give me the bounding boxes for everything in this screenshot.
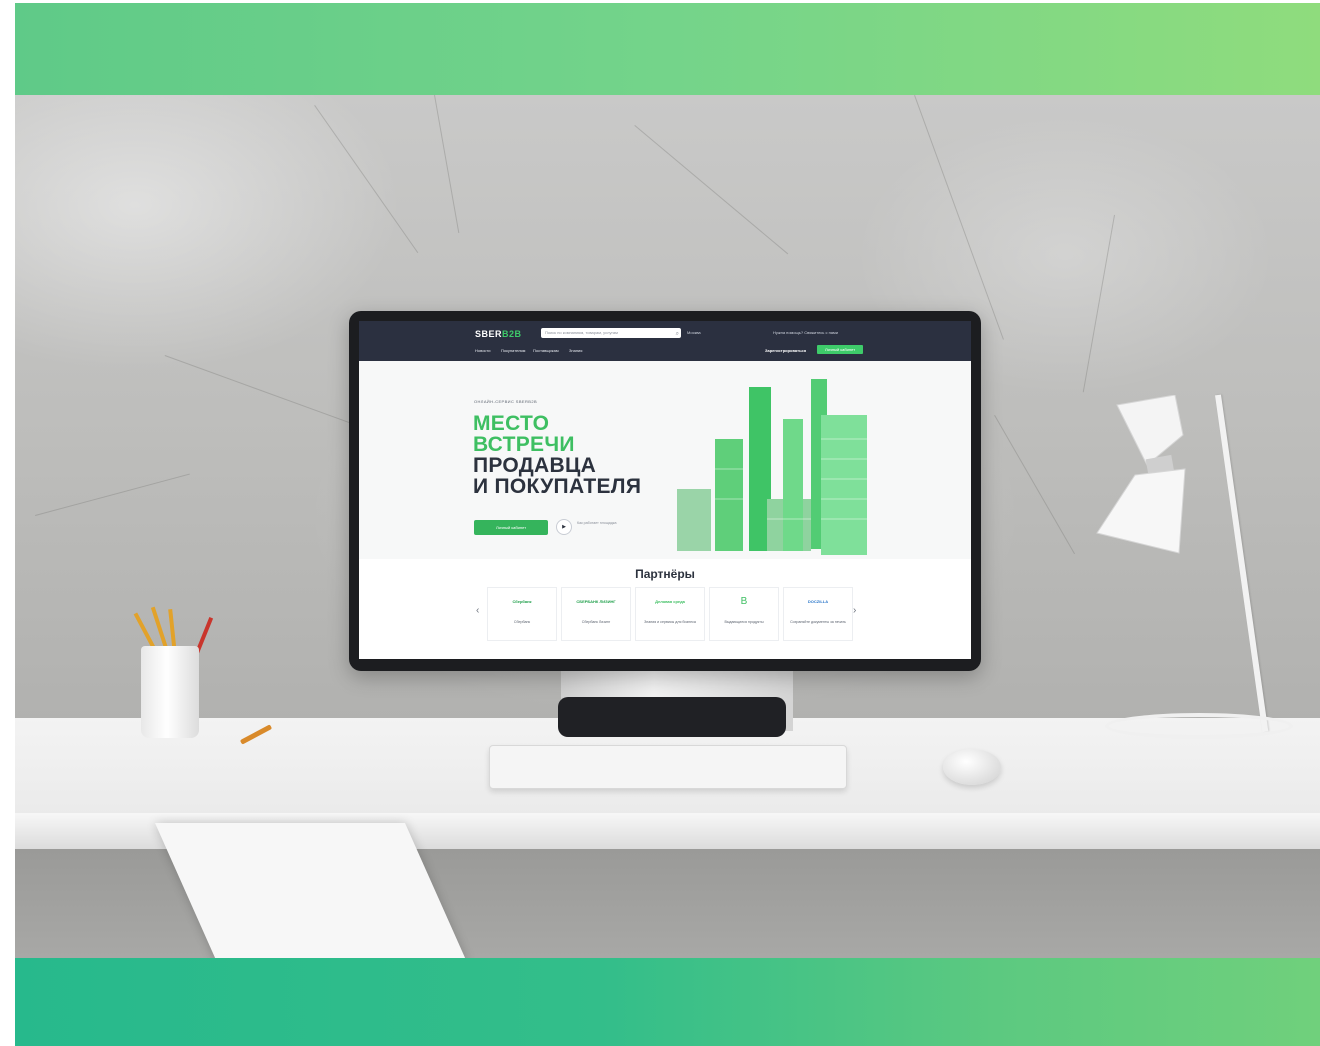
partner-caption: Знания и сервисы для бизнеса: [644, 620, 696, 624]
partner-card-sber-leasing[interactable]: СБЕРБАНК ЛИЗИНГ Сбербанк Лизинг: [561, 587, 631, 641]
partner-card-doczilla[interactable]: DOCZILLA Сохраняйте документы за печать: [783, 587, 853, 641]
help-link[interactable]: Нужна помощь? Свяжитесь с нами: [773, 330, 838, 335]
hero-line-4: И ПОКУПАТЕЛЯ: [473, 475, 642, 498]
computer-mouse: [943, 749, 1001, 785]
logo-accent: B2B: [502, 329, 522, 339]
partner-logo: Деловая среда: [655, 599, 685, 604]
hero-eyebrow: ОНЛАЙН-СЕРВИС SBERB2B: [474, 399, 538, 404]
partners-section: Партнёры ‹ › Сбербанк Сбербанк СБЕРБАНК …: [359, 559, 971, 659]
top-green-band: [15, 3, 1320, 95]
hero-cta-button[interactable]: Личный кабинет: [474, 520, 548, 535]
partner-caption: Сбербанк Лизинг: [581, 620, 611, 624]
monitor-screen: SBERB2B Поиск по компаниям, товарам, усл…: [359, 321, 971, 659]
lamp-base: [1105, 713, 1293, 739]
partner-caption: Выдающиеся продукты: [724, 620, 764, 624]
partner-caption: Сохраняйте документы за печать: [790, 620, 846, 624]
search-icon[interactable]: ⌕: [676, 329, 679, 339]
bottom-green-band: [15, 958, 1320, 1046]
partner-card-b[interactable]: B Выдающиеся продукты: [709, 587, 779, 641]
search-placeholder: Поиск по компаниям, товарам, услугам: [545, 330, 618, 335]
nav-item-knowledge[interactable]: Знания: [569, 348, 582, 353]
chevron-right-icon[interactable]: ›: [853, 605, 856, 616]
keyboard: [489, 745, 847, 789]
city-towers-illustration: [677, 379, 867, 555]
nav-item-suppliers[interactable]: Поставщикам: [533, 348, 559, 353]
play-icon[interactable]: ▶: [556, 519, 572, 535]
partner-card-sberbank[interactable]: Сбербанк Сбербанк: [487, 587, 557, 641]
partner-card-delovaya-sreda[interactable]: Деловая среда Знания и сервисы для бизне…: [635, 587, 705, 641]
chevron-left-icon[interactable]: ‹: [476, 605, 479, 616]
lamp-arm: [1215, 394, 1269, 733]
register-link[interactable]: Зарегистрироваться: [765, 348, 806, 353]
video-link-text[interactable]: Как работает площадка: [577, 521, 621, 526]
nav-item-news[interactable]: Новости: [475, 348, 490, 353]
nav-item-buyers[interactable]: Покупателям: [501, 348, 525, 353]
partners-title: Партнёры: [635, 567, 695, 581]
partner-logo: B: [740, 596, 748, 607]
logo-main: SBER: [475, 329, 503, 339]
pencil-cup: [141, 646, 199, 738]
search-input[interactable]: Поиск по компаниям, товарам, услугам ⌕: [541, 328, 681, 338]
monitor: SBERB2B Поиск по компаниям, товарам, усл…: [349, 311, 981, 671]
partner-logo: СБЕРБАНК ЛИЗИНГ: [576, 599, 616, 604]
site-header: SBERB2B Поиск по компаниям, товарам, усл…: [359, 321, 971, 361]
partner-logo: Сбербанк: [512, 599, 532, 604]
site-logo[interactable]: SBERB2B: [475, 329, 522, 339]
partner-logo: DOCZILLA: [807, 599, 829, 604]
hero-line-3: ПРОДАВЦА: [473, 454, 597, 477]
partner-caption: Сбербанк: [513, 620, 531, 624]
login-button[interactable]: Личный кабинет: [817, 345, 863, 354]
hero-line-1: МЕСТО: [473, 412, 550, 435]
lamp-shade-icon: [1096, 395, 1186, 554]
monitor-stand-base: [558, 697, 786, 737]
desk-scene-photo: SBERB2B Поиск по компаниям, товарам, усл…: [15, 95, 1320, 958]
hero-line-2: ВСТРЕЧИ: [473, 433, 575, 456]
city-selector[interactable]: Москва: [687, 330, 701, 335]
